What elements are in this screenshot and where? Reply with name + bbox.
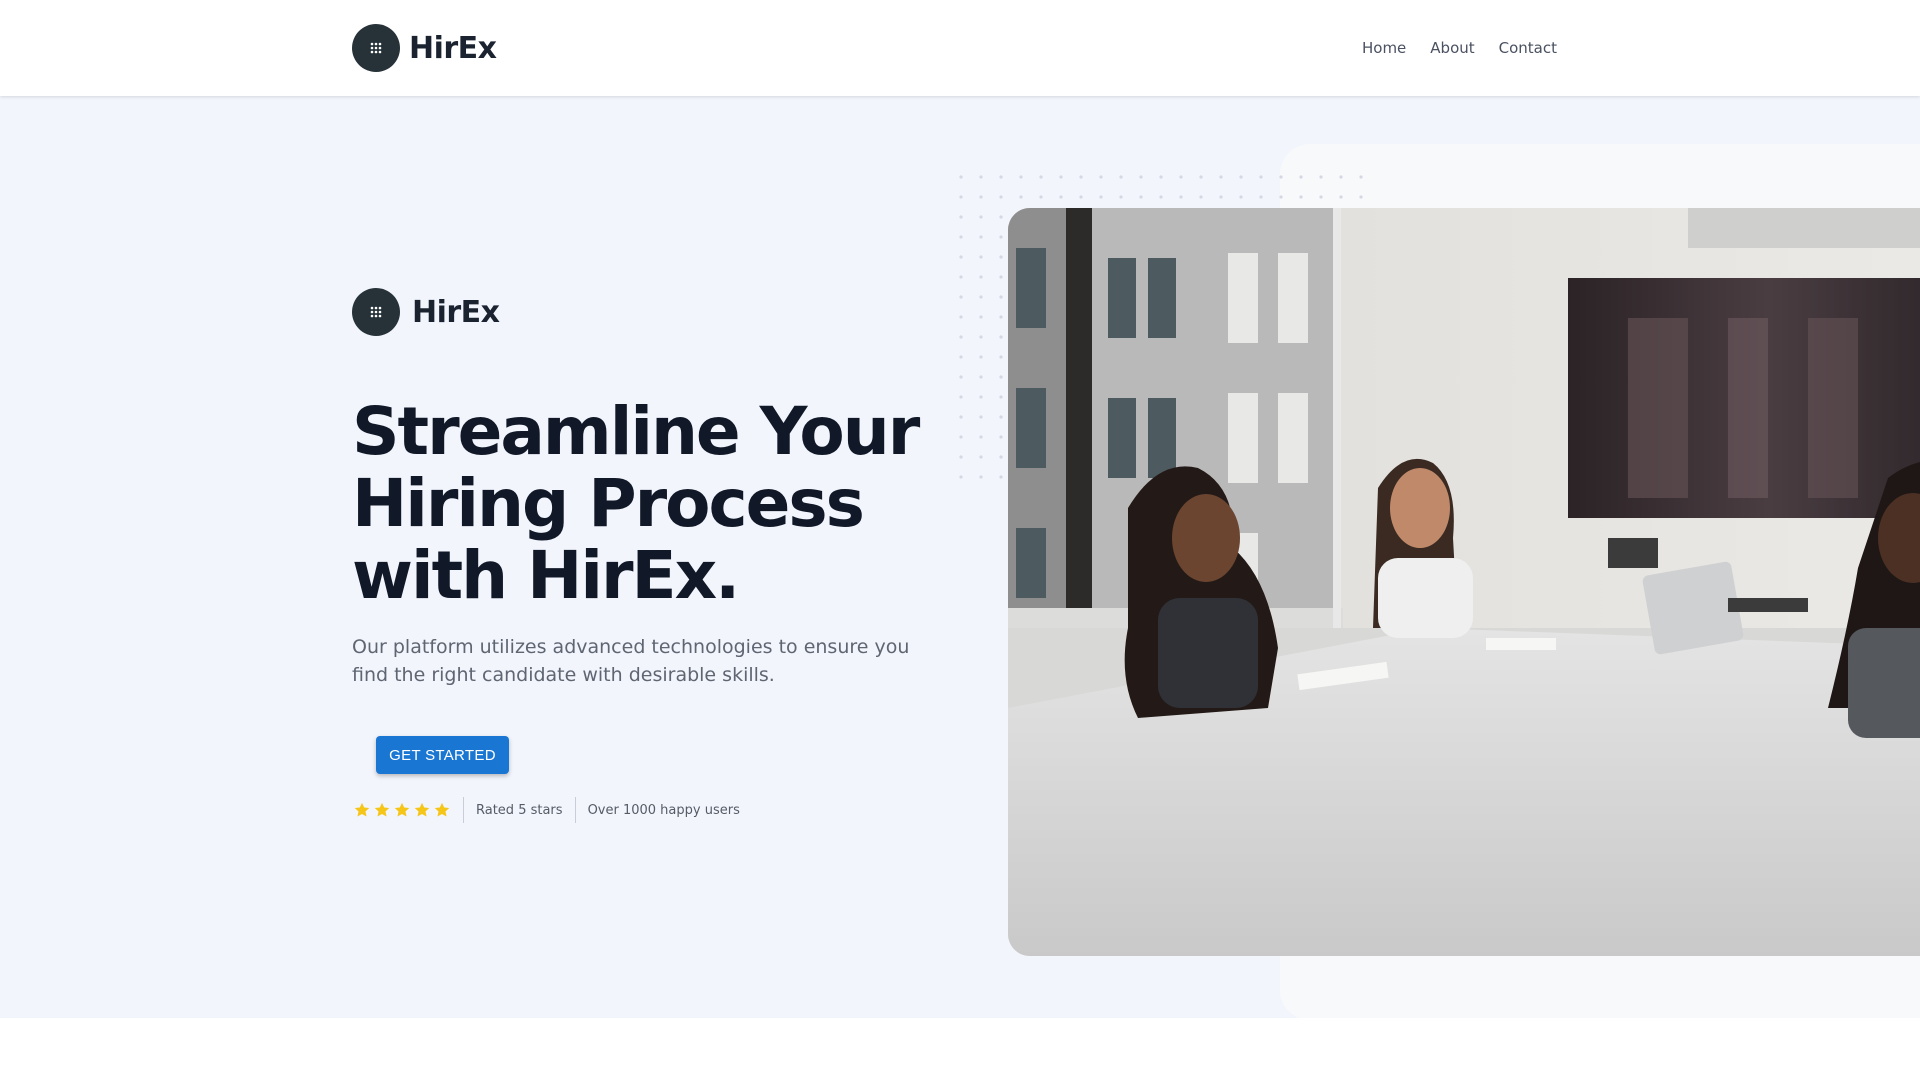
hero-subtext: Our platform utilizes advanced technolog… <box>352 636 910 686</box>
star-rating <box>353 801 451 819</box>
hero-office-photo <box>1008 208 1920 956</box>
star-icon <box>414 802 430 817</box>
nav-brand-name: HirEx <box>409 30 497 66</box>
nav-link-contact[interactable]: Contact <box>1499 39 1557 57</box>
divider <box>574 797 576 823</box>
hero-brand: HirEx <box>352 288 500 336</box>
rated-text: Rated 5 stars <box>476 802 563 818</box>
nav-brand[interactable]: HirEx <box>352 24 497 72</box>
star-icon <box>394 802 410 817</box>
happy-users-text: Over 1000 happy users <box>587 802 740 818</box>
star-icon <box>374 802 390 817</box>
top-navbar: HirEx Home About Contact <box>0 0 1920 96</box>
hero-brand-name: HirEx <box>412 294 500 330</box>
nav-links: Home About Contact <box>1362 39 1557 57</box>
get-started-button[interactable]: GET STARTED <box>376 736 509 774</box>
star-icon <box>354 802 370 817</box>
grid-dots-icon <box>352 288 400 336</box>
nav-link-home[interactable]: Home <box>1362 39 1406 57</box>
hero-headline: Streamline Your Hiring Process with HirE… <box>352 393 920 614</box>
divider <box>463 797 464 823</box>
rating-row: Rated 5 stars Over 1000 happy users <box>353 796 740 824</box>
star-icon <box>434 802 450 817</box>
grid-dots-icon <box>352 24 400 72</box>
nav-link-about[interactable]: About <box>1430 39 1474 57</box>
hero-section: HirEx Streamline Your Hiring Process wit… <box>0 96 1920 1018</box>
